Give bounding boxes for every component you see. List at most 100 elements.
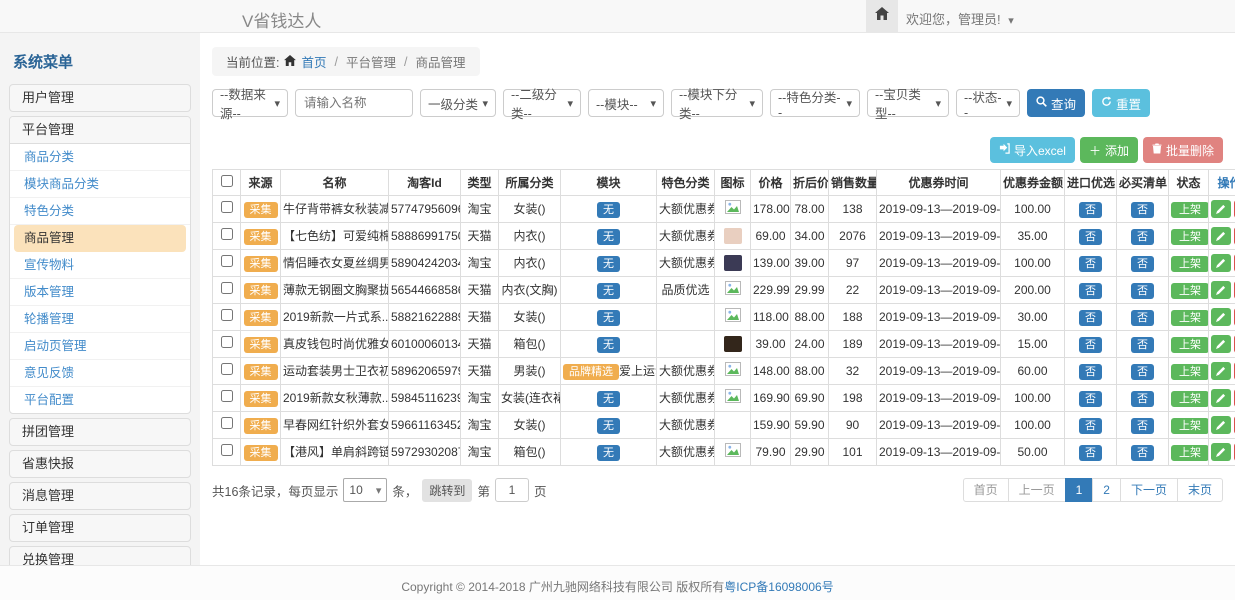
status-badge[interactable]: 上架: [1171, 202, 1209, 218]
breadcrumb-home-link[interactable]: 首页: [301, 52, 326, 71]
edit-button[interactable]: [1211, 308, 1231, 326]
select-all-checkbox[interactable]: [221, 175, 233, 187]
must-buy-badge[interactable]: 否: [1131, 391, 1154, 407]
must-buy-badge[interactable]: 否: [1131, 337, 1154, 353]
import-select-badge[interactable]: 否: [1079, 283, 1102, 299]
status-badge[interactable]: 上架: [1171, 283, 1209, 299]
edit-button[interactable]: [1211, 362, 1231, 380]
sidebar-subitem-version-mgmt[interactable]: 版本管理: [10, 279, 190, 306]
row-checkbox[interactable]: [221, 390, 233, 402]
col-sales: 销售数量: [829, 170, 877, 196]
goods-name: 【港风】单肩斜跨链条...: [281, 439, 389, 466]
import-select-badge[interactable]: 否: [1079, 445, 1102, 461]
sidebar-item-platform-mgmt[interactable]: 平台管理: [10, 117, 190, 144]
sidebar-subitem-splash-mgmt[interactable]: 启动页管理: [10, 333, 190, 360]
batch-delete-button[interactable]: 批量删除: [1143, 137, 1223, 163]
status-badge[interactable]: 上架: [1171, 229, 1209, 245]
import-select-badge[interactable]: 否: [1079, 229, 1102, 245]
row-checkbox[interactable]: [221, 282, 233, 294]
sidebar-subitem-goods-category[interactable]: 商品分类: [10, 144, 190, 171]
status-badge[interactable]: 上架: [1171, 364, 1209, 380]
status-badge[interactable]: 上架: [1171, 445, 1209, 461]
level1-category-select[interactable]: 一级分类▾: [420, 89, 496, 117]
sidebar-subitem-feature-category[interactable]: 特色分类: [10, 198, 190, 225]
add-button[interactable]: ＋ 添加: [1080, 137, 1138, 163]
sidebar-item-message-mgmt[interactable]: 消息管理: [9, 482, 191, 510]
user-menu[interactable]: 欢迎您，管理员! ▾: [906, 9, 1014, 28]
level2-category-select[interactable]: --二级分类--▾: [503, 89, 581, 117]
col-discount: 折后价: [791, 170, 829, 196]
edit-button[interactable]: [1211, 254, 1231, 272]
goods-name: 2019新款一片式系...: [281, 304, 389, 331]
row-checkbox[interactable]: [221, 228, 233, 240]
status-badge[interactable]: 上架: [1171, 391, 1209, 407]
must-buy-badge[interactable]: 否: [1131, 283, 1154, 299]
page-number-input[interactable]: [495, 478, 529, 502]
row-checkbox[interactable]: [221, 444, 233, 456]
import-select-badge[interactable]: 否: [1079, 364, 1102, 380]
edit-button[interactable]: [1211, 416, 1231, 434]
must-buy-badge[interactable]: 否: [1131, 202, 1154, 218]
item-type-select[interactable]: --宝贝类型--▾: [867, 89, 949, 117]
must-buy-badge[interactable]: 否: [1131, 310, 1154, 326]
edit-button[interactable]: [1211, 443, 1231, 461]
row-checkbox[interactable]: [221, 309, 233, 321]
edit-button[interactable]: [1211, 389, 1231, 407]
data-source-select[interactable]: --数据来源--▾: [212, 89, 288, 117]
pager-last[interactable]: 末页: [1177, 478, 1223, 502]
row-checkbox[interactable]: [221, 255, 233, 267]
pager-page-2[interactable]: 2: [1092, 478, 1121, 502]
import-select-badge[interactable]: 否: [1079, 310, 1102, 326]
page-size-select[interactable]: 10 ▾: [343, 478, 387, 502]
status-badge[interactable]: 上架: [1171, 418, 1209, 434]
row-checkbox[interactable]: [221, 363, 233, 375]
pager-next[interactable]: 下一页: [1120, 478, 1178, 502]
row-checkbox[interactable]: [221, 417, 233, 429]
import-select-badge[interactable]: 否: [1079, 202, 1102, 218]
icp-link[interactable]: 粤ICP备16098006号: [724, 580, 833, 594]
sidebar-subitem-carousel-mgmt[interactable]: 轮播管理: [10, 306, 190, 333]
must-buy-badge[interactable]: 否: [1131, 229, 1154, 245]
must-buy-badge[interactable]: 否: [1131, 256, 1154, 272]
home-button[interactable]: [866, 0, 898, 32]
sidebar-item-user-mgmt[interactable]: 用户管理: [9, 84, 191, 112]
edit-button[interactable]: [1211, 227, 1231, 245]
import-select-badge[interactable]: 否: [1079, 256, 1102, 272]
sidebar-subitem-platform-config[interactable]: 平台配置: [10, 387, 190, 413]
edit-button[interactable]: [1211, 281, 1231, 299]
name-search-input[interactable]: [295, 89, 413, 117]
sidebar-item-express[interactable]: 省惠快报: [9, 450, 191, 478]
sidebar-subitem-promo-material[interactable]: 宣传物料: [10, 252, 190, 279]
import-select-badge[interactable]: 否: [1079, 391, 1102, 407]
import-select-badge[interactable]: 否: [1079, 337, 1102, 353]
row-checkbox[interactable]: [221, 201, 233, 213]
sidebar-subitem-module-goods-category[interactable]: 模块商品分类: [10, 171, 190, 198]
reset-button[interactable]: 重置: [1092, 89, 1150, 117]
jump-button[interactable]: 跳转到: [422, 479, 472, 502]
must-buy-badge[interactable]: 否: [1131, 418, 1154, 434]
must-buy-badge[interactable]: 否: [1131, 364, 1154, 380]
pager-page-1[interactable]: 1: [1065, 478, 1094, 502]
module-select[interactable]: --模块--▾: [588, 89, 664, 117]
status-badge[interactable]: 上架: [1171, 337, 1209, 353]
pager-first[interactable]: 首页: [963, 478, 1009, 502]
edit-button[interactable]: [1211, 335, 1231, 353]
search-button[interactable]: 查询: [1027, 89, 1085, 117]
sidebar-subitem-feedback[interactable]: 意见反馈: [10, 360, 190, 387]
must-buy-badge[interactable]: 否: [1131, 445, 1154, 461]
status-badge[interactable]: 上架: [1171, 310, 1209, 326]
import-select-badge[interactable]: 否: [1079, 418, 1102, 434]
row-checkbox[interactable]: [221, 336, 233, 348]
goods-table: 来源 名称 淘客Id 类型 所属分类 模块 特色分类 图标 价格 折后价 销售数…: [212, 169, 1235, 466]
import-excel-button[interactable]: 导入excel: [990, 137, 1075, 163]
sidebar-item-order-mgmt[interactable]: 订单管理: [9, 514, 191, 542]
sidebar-subitem-goods-mgmt[interactable]: 商品管理: [14, 225, 186, 252]
status-badge[interactable]: 上架: [1171, 256, 1209, 272]
feature-category-select[interactable]: --特色分类--▾: [770, 89, 860, 117]
module-subcategory-select[interactable]: --模块下分类--▾: [671, 89, 763, 117]
sidebar-item-exchange-mgmt[interactable]: 兑换管理: [9, 546, 191, 565]
sidebar-item-group-buy[interactable]: 拼团管理: [9, 418, 191, 446]
edit-button[interactable]: [1211, 200, 1231, 218]
pager-prev[interactable]: 上一页: [1008, 478, 1066, 502]
status-select[interactable]: --状态--▾: [956, 89, 1020, 117]
